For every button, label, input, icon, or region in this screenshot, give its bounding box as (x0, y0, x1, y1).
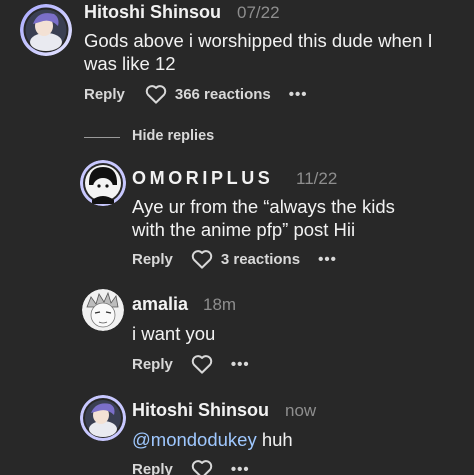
reply-button[interactable]: Reply (132, 356, 173, 373)
heart-icon[interactable] (191, 249, 213, 269)
reply-actions: Reply 3 reactions ••• (132, 248, 337, 270)
avatar[interactable] (20, 4, 72, 56)
reply-timestamp: now (285, 401, 317, 420)
reply-actions: Reply ••• (132, 353, 250, 375)
divider (84, 137, 120, 138)
more-icon[interactable]: ••• (289, 86, 308, 103)
reply-username[interactable]: Hitoshi Shinsou (132, 400, 269, 421)
reply-username[interactable]: OMORIPLUS (132, 168, 273, 189)
heart-icon[interactable] (191, 354, 213, 374)
comment-text: Gods above i worshipped this dude when I… (84, 30, 433, 74)
more-icon[interactable]: ••• (231, 461, 250, 475)
reply-timestamp: 18m (203, 295, 237, 314)
reply-username[interactable]: amalia (132, 294, 188, 315)
reply-button[interactable]: Reply (132, 251, 173, 268)
avatar[interactable] (82, 289, 124, 331)
reply-button[interactable]: Reply (132, 461, 173, 475)
reply-actions: Reply ••• (132, 458, 250, 475)
comment-username[interactable]: Hitoshi Shinsou (84, 2, 221, 23)
heart-icon[interactable] (191, 459, 213, 475)
hide-replies-button[interactable]: Hide replies (132, 128, 214, 144)
reply-text-body: huh (256, 429, 293, 450)
more-icon[interactable]: ••• (231, 356, 250, 373)
reply-timestamp: 11/22 (296, 169, 338, 188)
comment-timestamp: 07/22 (237, 3, 280, 22)
reply-button[interactable]: Reply (84, 86, 125, 103)
avatar[interactable] (80, 395, 126, 441)
comment-actions: Reply 366 reactions ••• (84, 83, 308, 105)
heart-icon[interactable] (145, 84, 167, 104)
reaction-count[interactable]: 366 reactions (175, 86, 271, 103)
more-icon[interactable]: ••• (318, 251, 337, 268)
comment-thread: Hitoshi Shinsou 07/22 Gods above i worsh… (0, 0, 474, 475)
reply-text: @mondodukey huh (132, 428, 432, 451)
avatar[interactable] (80, 160, 126, 206)
reply-text: i want you (132, 323, 216, 344)
reply-text: Aye ur from the “always the kids with th… (132, 196, 395, 240)
reaction-count[interactable]: 3 reactions (221, 251, 300, 268)
mention-link[interactable]: @mondodukey (132, 429, 257, 450)
